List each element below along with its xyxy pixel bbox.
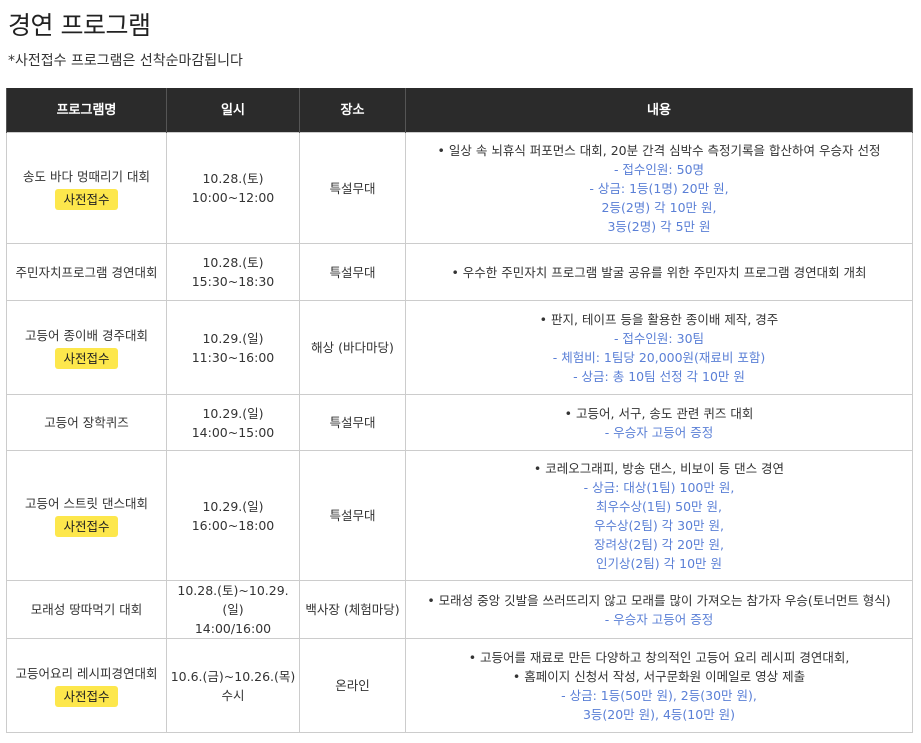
content-main-line: • 홈페이지 신청서 작성, 서구문화원 이메일로 영상 제출 [512, 668, 806, 684]
content-sub-line: 3등(2명) 각 5만 원 [607, 218, 711, 234]
program-time: 14:00/16:00 [194, 621, 272, 636]
program-name: 고등어 스트릿 댄스대회 [25, 496, 148, 511]
program-name: 모래성 땅따먹기 대회 [30, 602, 143, 617]
program-name-cell: 고등어 스트릿 댄스대회 사전접수 [6, 450, 167, 581]
content-main-line: • 코레오그래피, 방송 댄스, 비보이 등 댄스 경연 [533, 460, 785, 476]
program-name: 고등어요리 레시피경연대회 [15, 666, 158, 681]
datetime-cell: 10.28.(토) 10:00~12:00 [166, 132, 300, 244]
content-sub-line: - 상금: 대상(1팀) 100만 원, [583, 479, 735, 495]
program-name-cell: 고등어 종이배 경주대회 사전접수 [6, 300, 167, 395]
program-date: 10.29.(일) [202, 405, 264, 421]
program-date: 10.28.(토)~10.29.(일) [177, 583, 289, 617]
program-date: 10.28.(토) [202, 255, 264, 270]
place-cell: 특설무대 [299, 394, 406, 451]
datetime-cell: 10.6.(금)~10.26.(목) 수시 [166, 638, 300, 733]
place-cell: 특설무대 [299, 450, 406, 581]
program-name: 송도 바다 멍때리기 대회 [23, 168, 150, 184]
content-sub-line: 인기상(2팀) 각 10만 원 [595, 555, 723, 571]
program-name-cell: 고등어 장학퀴즈 [6, 394, 167, 451]
place-cell: 특설무대 [299, 243, 406, 301]
header-place: 장소 [299, 88, 406, 133]
program-time: 15:30~18:30 [191, 274, 275, 289]
program-name: 고등어 장학퀴즈 [44, 415, 129, 430]
content-cell: • 일상 속 뇌휴식 퍼포먼스 대회, 20분 간격 심박수 측정기록을 합산하… [405, 132, 913, 244]
notice-text: *사전접수 프로그램은 선착순마감됩니다 [8, 53, 243, 69]
program-date: 10.29.(일) [202, 498, 264, 514]
pre-registration-badge[interactable]: 사전접수 [55, 188, 118, 210]
content-sub-line: 최우수상(1팀) 50만 원, [595, 498, 723, 514]
header-content: 내용 [405, 88, 913, 133]
datetime-cell: 10.28.(토)~10.29.(일) 14:00/16:00 [166, 580, 300, 639]
program-time: 14:00~15:00 [191, 424, 275, 440]
content-main-line: • 고등어를 재료로 만든 다양하고 창의적인 고등어 요리 레시피 경연대회, [468, 649, 850, 665]
datetime-cell: 10.28.(토) 15:30~18:30 [166, 243, 300, 301]
pre-registration-badge[interactable]: 사전접수 [55, 348, 118, 369]
program-date: 10.28.(토) [202, 171, 264, 186]
content-sub-line: 장려상(2팀) 각 20만 원, [593, 536, 724, 552]
content-sub-line: - 상금: 총 10팀 선정 각 10만 원 [573, 368, 745, 384]
content-sub-line: 2등(2명) 각 10만 원, [601, 199, 717, 215]
table-row: 송도 바다 멍때리기 대회 사전접수 10.28.(토) 10:00~12:00… [6, 132, 913, 244]
program-name-cell: 주민자치프로그램 경연대회 [6, 243, 167, 301]
table-row: 모래성 땅따먹기 대회 10.28.(토)~10.29.(일) 14:00/16… [6, 580, 913, 639]
content-sub-line: - 접수인원: 30팀 [613, 330, 705, 346]
program-name-cell: 송도 바다 멍때리기 대회 사전접수 [6, 132, 167, 244]
content-cell: • 판지, 테이프 등을 활용한 종이배 제작, 경주 - 접수인원: 30팀 … [405, 300, 913, 395]
datetime-cell: 10.29.(일) 16:00~18:00 [166, 450, 300, 581]
content-cell: • 고등어를 재료로 만든 다양하고 창의적인 고등어 요리 레시피 경연대회,… [405, 638, 913, 733]
content-main-line: • 모래성 중앙 깃발을 쓰러뜨리지 않고 모래를 많이 가져오는 참가자 우승… [427, 592, 891, 608]
program-time: 10:00~12:00 [191, 190, 275, 205]
program-time: 16:00~18:00 [191, 517, 275, 533]
table-row: 고등어 장학퀴즈 10.29.(일) 14:00~15:00 특설무대 • 고등… [6, 394, 913, 451]
content-main-line: • 일상 속 뇌휴식 퍼포먼스 대회, 20분 간격 심박수 측정기록을 합산하… [437, 142, 881, 158]
table-row: 고등어 스트릿 댄스대회 사전접수 10.29.(일) 16:00~18:00 … [6, 450, 913, 581]
program-date: 10.29.(일) [202, 330, 264, 346]
content-main-line: • 고등어, 서구, 송도 관련 퀴즈 대회 [564, 405, 754, 421]
table-header: 프로그램명 일시 장소 내용 [6, 88, 913, 133]
header-program-name: 프로그램명 [6, 88, 167, 133]
program-table: 프로그램명 일시 장소 내용 송도 바다 멍때리기 대회 사전접수 10.28.… [6, 88, 913, 733]
program-time: 수시 [221, 687, 245, 703]
table-row: 주민자치프로그램 경연대회 10.28.(토) 15:30~18:30 특설무대… [6, 243, 913, 301]
content-sub-line: - 우승자 고등어 증정 [604, 424, 714, 440]
program-time: 11:30~16:00 [191, 349, 275, 365]
program-date: 10.6.(금)~10.26.(목) [170, 668, 296, 684]
content-cell: • 우수한 주민자치 프로그램 발굴 공유를 위한 주민자치 프로그램 경연대회… [405, 243, 913, 301]
table-row: 고등어요리 레시피경연대회 사전접수 10.6.(금)~10.26.(목) 수시… [6, 638, 913, 733]
datetime-cell: 10.29.(일) 11:30~16:00 [166, 300, 300, 395]
page: 경연 프로그램 *사전접수 프로그램은 선착순마감됩니다 프로그램명 일시 장소… [0, 0, 921, 743]
content-main-line: • 우수한 주민자치 프로그램 발굴 공유를 위한 주민자치 프로그램 경연대회… [451, 264, 867, 280]
content-sub-line: - 상금: 1등(50만 원), 2등(30만 원), [561, 687, 757, 703]
content-main-line: • 판지, 테이프 등을 활용한 종이배 제작, 경주 [539, 311, 779, 327]
table-row: 고등어 종이배 경주대회 사전접수 10.29.(일) 11:30~16:00 … [6, 300, 913, 395]
content-sub-line: 우수상(2팀) 각 30만 원, [593, 517, 724, 533]
content-sub-line: - 상금: 1등(1명) 20만 원, [589, 180, 729, 196]
datetime-cell: 10.29.(일) 14:00~15:00 [166, 394, 300, 451]
place-cell: 온라인 [299, 638, 406, 733]
pre-registration-badge[interactable]: 사전접수 [55, 516, 118, 537]
pre-registration-badge[interactable]: 사전접수 [55, 686, 118, 707]
content-sub-line: - 체험비: 1팀당 20,000원(재료비 포함) [552, 349, 766, 365]
content-cell: • 고등어, 서구, 송도 관련 퀴즈 대회 - 우승자 고등어 증정 [405, 394, 913, 451]
content-cell: • 모래성 중앙 깃발을 쓰러뜨리지 않고 모래를 많이 가져오는 참가자 우승… [405, 580, 913, 639]
header-datetime: 일시 [166, 88, 300, 133]
program-name-cell: 모래성 땅따먹기 대회 [6, 580, 167, 639]
place-cell: 특설무대 [299, 132, 406, 244]
program-name-cell: 고등어요리 레시피경연대회 사전접수 [6, 638, 167, 733]
program-name: 고등어 종이배 경주대회 [25, 328, 148, 343]
program-name: 주민자치프로그램 경연대회 [15, 264, 158, 280]
content-sub-line: - 접수인원: 50명 [613, 161, 705, 177]
content-sub-line: - 우승자 고등어 증정 [604, 611, 714, 627]
content-sub-line: 3등(20만 원), 4등(10만 원) [582, 706, 736, 722]
page-title: 경연 프로그램 [8, 11, 151, 40]
place-cell: 해상 (바다마당) [299, 300, 406, 395]
content-cell: • 코레오그래피, 방송 댄스, 비보이 등 댄스 경연 - 상금: 대상(1팀… [405, 450, 913, 581]
place-cell: 백사장 (체험마당) [299, 580, 406, 639]
